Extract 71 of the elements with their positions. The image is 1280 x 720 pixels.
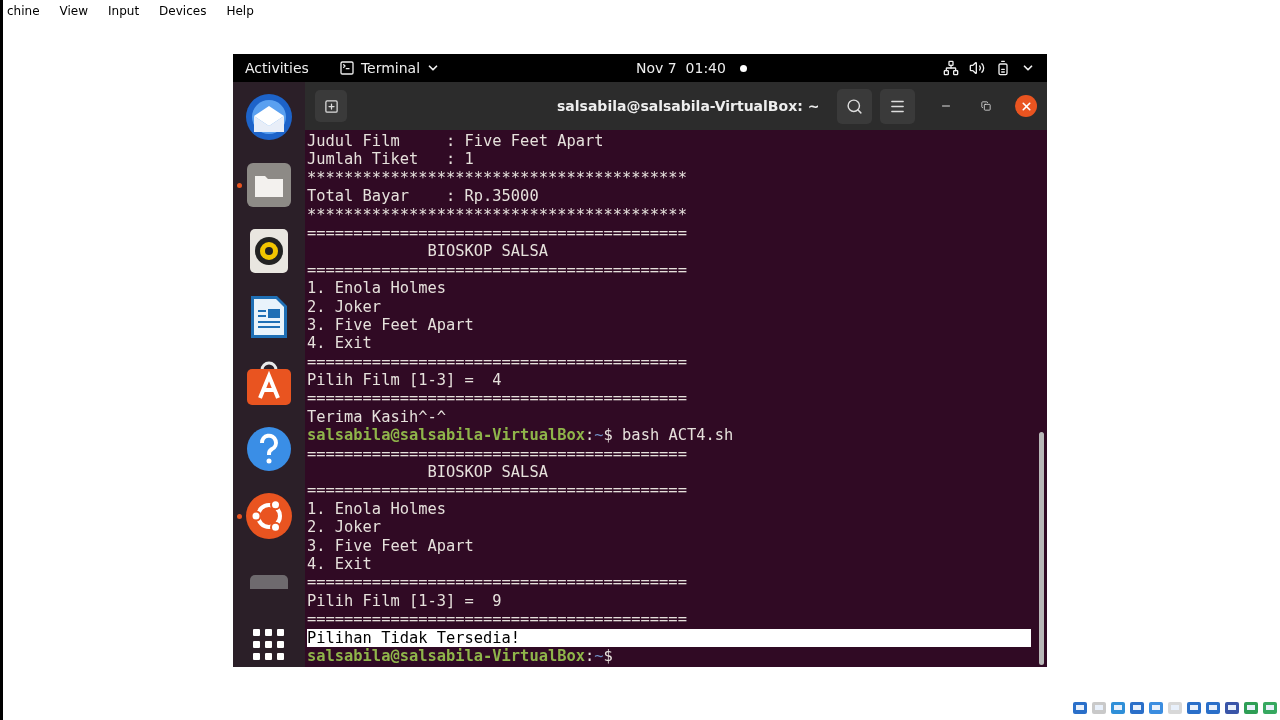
terminal-line: Pilih Film [1-3] = 9	[307, 591, 502, 611]
terminal-line: Jumlah Tiket : 1	[307, 150, 474, 169]
terminal-line: 1. Enola Holmes	[307, 279, 446, 298]
running-indicator-icon	[237, 513, 242, 519]
help-icon[interactable]	[246, 426, 292, 472]
terminal-line: 2. Joker	[307, 297, 382, 316]
terminal-line: BIOSKOP SALSA	[426, 463, 548, 482]
ubuntu-logo-icon[interactable]	[245, 492, 293, 540]
new-tab-button[interactable]	[315, 90, 347, 122]
status-icon[interactable]	[1224, 700, 1240, 716]
terminal-line: =========================================	[307, 610, 687, 629]
prompt-line: salsabila@salsabila-VirtualBox:~$	[307, 646, 613, 666]
mail-app-icon[interactable]	[244, 92, 294, 142]
menu-item[interactable]: View	[59, 2, 88, 20]
window-title: salsabila@salsabila-VirtualBox: ~	[557, 96, 820, 116]
terminal-line: Total Bayar : Rp.35000	[307, 187, 539, 206]
clock[interactable]: Nov 7 01:40	[636, 57, 726, 79]
status-icon[interactable]	[1262, 700, 1278, 716]
shopping-bag-app-icon[interactable]	[246, 360, 292, 406]
close-icon	[1019, 99, 1033, 113]
menu-item[interactable]: Input	[108, 2, 140, 20]
status-icon[interactable]	[1110, 700, 1126, 716]
document-app-icon[interactable]	[249, 294, 289, 340]
add-tab-icon	[323, 98, 339, 114]
app-grid-icon[interactable]	[253, 629, 285, 662]
terminal-line: =========================================	[307, 260, 687, 280]
status-icon[interactable]	[1148, 700, 1164, 716]
prompt-line: salsabila@salsabila-VirtualBox:~$ bash ACT4.sh	[307, 426, 734, 445]
terminal-icon	[338, 60, 355, 76]
network-icon[interactable]	[943, 60, 959, 76]
close-button[interactable]	[1015, 95, 1037, 117]
status-icon[interactable]	[1129, 700, 1145, 716]
scrollbar-thumb[interactable]	[1039, 432, 1044, 665]
running-indicator-icon	[237, 182, 242, 188]
terminal-line: *****************************************	[307, 205, 687, 224]
search-icon	[846, 97, 863, 115]
search-button[interactable]	[837, 88, 872, 124]
terminal-line: =========================================	[307, 481, 687, 500]
terminal-line: BIOSKOP SALSA	[426, 242, 548, 261]
menu-item[interactable]: Devices	[159, 2, 207, 20]
menu-item[interactable]: Help	[226, 2, 254, 20]
volume-icon[interactable]	[969, 60, 985, 76]
terminal-line: 2. Joker	[307, 518, 382, 537]
status-icon[interactable]	[1243, 700, 1259, 716]
menu-item[interactable]: chine	[7, 2, 40, 20]
terminal-line: Pilih Film [1-3] = 4	[307, 371, 502, 390]
activities-button[interactable]: Activities	[245, 57, 309, 79]
terminal-line: 4. Exit	[307, 334, 372, 353]
terminal-line: 1. Enola Holmes	[307, 499, 446, 519]
terminal-line: *****************************************	[307, 168, 687, 188]
app-menu[interactable]: Terminal	[338, 57, 441, 79]
menu-button[interactable]	[880, 88, 915, 124]
speaker-app-icon[interactable]	[249, 228, 289, 274]
app-icon[interactable]	[250, 574, 288, 589]
terminal[interactable]	[305, 130, 1047, 667]
terminal-line: =========================================	[307, 223, 687, 243]
terminal-line: =========================================	[307, 352, 687, 372]
terminal-line: =========================================	[307, 389, 687, 408]
status-icon[interactable]	[1205, 700, 1221, 716]
terminal-line: =========================================	[307, 573, 687, 592]
battery-icon[interactable]	[995, 60, 1011, 76]
folder-app-icon[interactable]	[246, 162, 292, 208]
status-icon[interactable]	[1072, 700, 1088, 716]
restore-icon	[981, 101, 991, 111]
terminal-line: =========================================	[307, 444, 687, 464]
status-icon[interactable]	[1186, 700, 1202, 716]
terminal-line: 3. Five Feet Apart	[307, 315, 474, 335]
terminal-line: 4. Exit	[307, 555, 372, 574]
terminal-line: Judul Film : Five Feet Apart	[307, 132, 604, 151]
terminal-line: Terima Kasih^-^	[307, 407, 446, 427]
terminal-line: 3. Five Feet Apart	[307, 536, 474, 555]
